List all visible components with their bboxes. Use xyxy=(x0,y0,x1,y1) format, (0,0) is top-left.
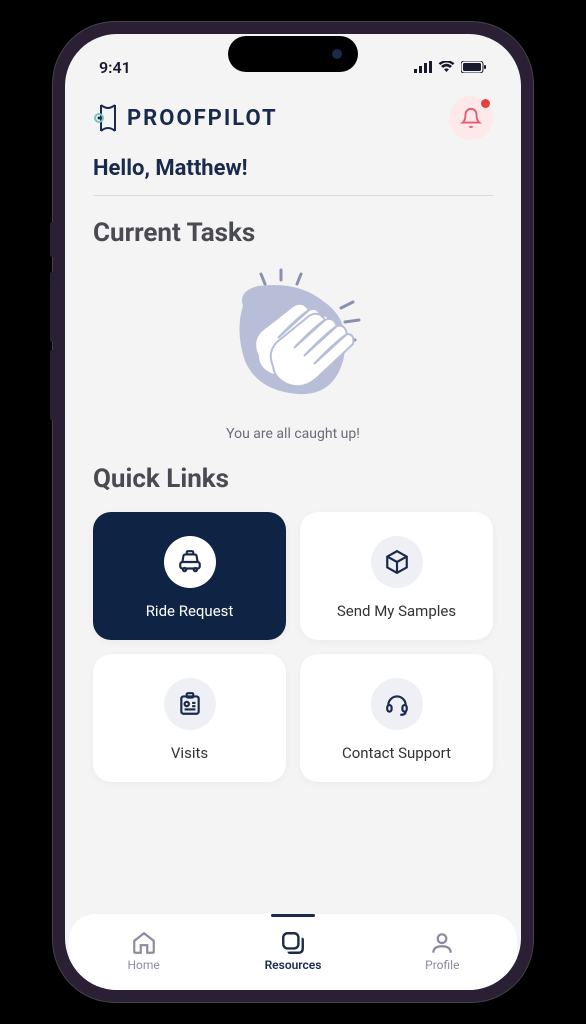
logo-text: PROOFPILOT xyxy=(127,106,278,131)
battery-icon xyxy=(461,61,487,73)
clap-illustration xyxy=(203,266,383,416)
quick-links-grid: Ride Request Send My Samples Visits xyxy=(93,512,493,782)
status-time: 9:41 xyxy=(99,58,131,77)
nav-label: Resources xyxy=(265,958,322,972)
greeting-text: Hello, Matthew! xyxy=(93,156,493,196)
quick-link-visits[interactable]: Visits xyxy=(93,654,286,782)
nav-home[interactable]: Home xyxy=(94,924,194,972)
cellular-icon xyxy=(414,61,432,73)
headset-icon xyxy=(371,678,423,730)
box-icon xyxy=(371,536,423,588)
wifi-icon xyxy=(438,61,455,73)
profile-icon xyxy=(429,930,455,956)
nav-label: Profile xyxy=(425,958,459,972)
quick-links-title: Quick Links xyxy=(93,464,493,494)
current-tasks-title: Current Tasks xyxy=(93,218,493,248)
bell-icon xyxy=(460,107,482,129)
quick-link-label: Visits xyxy=(171,744,208,762)
app-logo: PROOFPILOT xyxy=(93,103,278,133)
nav-profile[interactable]: Profile xyxy=(392,924,492,972)
status-icons xyxy=(414,61,487,73)
resources-icon xyxy=(280,930,306,956)
badge-icon xyxy=(164,678,216,730)
quick-link-label: Ride Request xyxy=(146,602,234,620)
phone-frame: 9:41 PROOFPILOT xyxy=(53,22,533,1002)
quick-link-label: Send My Samples xyxy=(337,602,456,620)
logo-icon xyxy=(93,103,123,133)
tasks-empty-text: You are all caught up! xyxy=(226,426,360,442)
app-header: PROOFPILOT xyxy=(65,88,521,156)
quick-link-send-samples[interactable]: Send My Samples xyxy=(300,512,493,640)
quick-link-ride-request[interactable]: Ride Request xyxy=(93,512,286,640)
quick-link-contact-support[interactable]: Contact Support xyxy=(300,654,493,782)
home-icon xyxy=(131,930,157,956)
main-content: Hello, Matthew! Current Tasks xyxy=(65,156,521,914)
nav-resources[interactable]: Resources xyxy=(243,924,343,972)
quick-link-label: Contact Support xyxy=(342,744,451,762)
taxi-icon xyxy=(164,536,216,588)
nav-label: Home xyxy=(128,958,160,972)
tasks-empty-state: You are all caught up! xyxy=(93,266,493,442)
device-notch xyxy=(228,36,358,72)
notifications-button[interactable] xyxy=(449,96,493,140)
bottom-nav: Home Resources Profile xyxy=(69,914,517,990)
screen: 9:41 PROOFPILOT xyxy=(65,34,521,990)
